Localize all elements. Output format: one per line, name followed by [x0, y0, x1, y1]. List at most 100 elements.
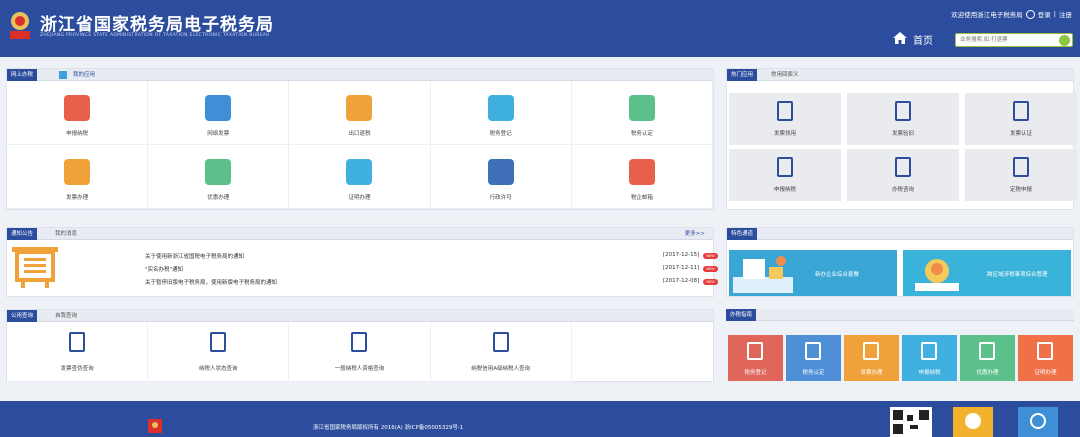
query-item[interactable]: 纳税人状态查询 [148, 322, 290, 382]
printer-icon [205, 95, 232, 121]
more-link[interactable]: 更多>> [685, 228, 705, 240]
footer-emblem-icon [148, 419, 162, 433]
certificate-icon [346, 159, 373, 185]
online-item[interactable]: 发票办理 [7, 145, 149, 209]
notice-link[interactable]: 关于暂停旧版电子税务局，使用新版电子税务局的通知 [145, 278, 277, 286]
hot-apps-panel: 热门应用 常用回索义 发票领用 发票验旧 发票认证申报纳税 办税咨询 定税申报 [726, 68, 1077, 210]
welcome-bar: 欢迎使用浙江电子税务局 登录 | 注册 [951, 9, 1072, 19]
tax-emblem-icon [10, 12, 30, 39]
online-item-label: 税务认定 [630, 131, 653, 137]
online-item[interactable]: 申报纳税 [7, 81, 149, 145]
tab-self-query[interactable]: 自我查询 [51, 310, 81, 322]
tab-public-query[interactable]: 公用查询 [7, 310, 38, 322]
online-item-label: 行政许可 [489, 195, 512, 201]
tab-features[interactable]: 特色通道 [727, 228, 758, 240]
online-item[interactable]: 网络发票 [148, 81, 290, 145]
books-icon [487, 159, 514, 185]
qr-code-icon [890, 407, 932, 437]
features-panel: 特色通道 新办企业综合套餐 跨区域涉税事项综合管理 [726, 227, 1074, 297]
hot-app-item[interactable]: 发票认证 [965, 93, 1077, 145]
taxpayer-qualify-icon [351, 332, 368, 352]
guide-doc-icon [1037, 342, 1053, 360]
search-input[interactable] [956, 34, 1056, 46]
guide-tile[interactable]: 税务登记 [728, 335, 783, 381]
online-item[interactable]: 证明办理 [289, 145, 431, 209]
invoice-auth-icon [1013, 101, 1029, 121]
guide-tile-label: 税务登记 [744, 370, 767, 376]
online-tabbar: 网上办税 我的应用 [7, 69, 713, 81]
home-link[interactable]: 首页 [913, 32, 933, 47]
guide-doc-icon [747, 342, 763, 360]
notice-panel: 通知公告 我的消息 更多>> 关于使用新浙江省国税电子税务局的通知 [2017-1… [6, 227, 718, 297]
clipboard-person-icon [1013, 157, 1029, 177]
site-subtitle: ZHEJIANG PROVINCE STATE ADMINISTRATION O… [40, 33, 270, 38]
query-item-label: 纳税人状态查询 [199, 366, 238, 372]
login-link[interactable]: 登录 [1038, 9, 1051, 19]
guide-tile[interactable]: 优惠办理 [960, 335, 1015, 381]
online-item-label: 优惠办理 [207, 195, 230, 201]
online-item[interactable]: 行政许可 [430, 145, 572, 209]
tax-certify-icon [628, 95, 655, 121]
home-icon[interactable] [893, 32, 907, 44]
online-tax-panel: 网上办税 我的应用 申报纳税 网络发票 出口退税 税务登记 税务认定发票办理 优惠办理 证明… [6, 68, 714, 210]
query-item[interactable]: 发票查伪查询 [7, 322, 149, 382]
tax-register-icon [487, 95, 514, 121]
guide-doc-icon [805, 342, 821, 360]
footer-copyright: 浙江省国家税务局版权所有 2016(A) 浙ICP备05005329号-1 [313, 425, 464, 431]
guide-tabbar: 办税指南 [726, 309, 1074, 321]
notice-link[interactable]: 关于使用新浙江省国税电子税务局的通知 [145, 252, 244, 260]
hot-app-label: 定税申报 [1009, 187, 1032, 193]
apps-grid-icon [59, 71, 67, 79]
query-tabbar: 公用查询 自我查询 [7, 310, 713, 322]
online-item-label: 网络发票 [207, 131, 230, 137]
invoice-certificate-icon [64, 159, 91, 185]
query-item[interactable]: 纳税信用A级纳税人查询 [430, 322, 572, 382]
taxpayer-status-icon [210, 332, 227, 352]
hot-app-item[interactable]: 发票验旧 [847, 93, 959, 145]
tab-common[interactable]: 常用回索义 [767, 69, 803, 81]
hot-app-item[interactable]: 申报纳税 [729, 149, 841, 201]
service-avatar-icon[interactable] [953, 407, 993, 437]
feature-new-enterprise[interactable]: 新办企业综合套餐 [729, 250, 897, 296]
guide-tile-label: 优惠办理 [976, 370, 999, 376]
guide-tile[interactable]: 申报纳税 [902, 335, 957, 381]
search-box[interactable] [955, 33, 1073, 47]
query-item[interactable]: 一般纳税人资格查询 [289, 322, 431, 382]
hot-app-item[interactable]: 定税申报 [965, 149, 1077, 201]
guide-tile[interactable]: 发票办理 [844, 335, 899, 381]
notice-date: [2017-12-11] [663, 265, 700, 271]
tab-guide[interactable]: 办税指南 [726, 309, 757, 321]
mail-icon [628, 159, 655, 185]
hot-app-item[interactable]: 办税咨询 [847, 149, 959, 201]
guide-tile[interactable]: 证明办理 [1018, 335, 1073, 381]
notice-date: [2017-12-15] [663, 252, 700, 258]
register-link[interactable]: 注册 [1059, 9, 1072, 19]
online-item[interactable]: 税务登记 [430, 81, 572, 145]
online-item[interactable]: 税务认定 [571, 81, 713, 145]
hot-app-item[interactable]: 发票领用 [729, 93, 841, 145]
feature-cross-region-label: 跨区域涉税事项综合管理 [987, 272, 1048, 278]
discount-icon [205, 159, 232, 185]
notice-link[interactable]: "实名办税"通知 [145, 265, 183, 273]
feature-cross-region[interactable]: 跨区域涉税事项综合管理 [903, 250, 1071, 296]
new-enterprise-illustration-icon [733, 256, 793, 293]
app-download-icon[interactable] [1018, 407, 1058, 437]
search-icon[interactable] [1059, 35, 1070, 46]
tab-my-apps[interactable]: 我的应用 [69, 69, 99, 81]
tab-hot-apps[interactable]: 热门应用 [727, 69, 758, 81]
query-item-label: 一般纳税人资格查询 [334, 366, 385, 372]
online-item[interactable]: 税企邮箱 [571, 145, 713, 209]
declare-upload-icon [777, 157, 793, 177]
tab-my-messages[interactable]: 我的消息 [51, 228, 81, 240]
hot-app-label: 申报纳税 [773, 187, 796, 193]
tab-notice[interactable]: 通知公告 [7, 228, 38, 240]
online-item[interactable]: 优惠办理 [148, 145, 290, 209]
welcome-text: 欢迎使用浙江电子税务局 [951, 11, 1023, 19]
online-item[interactable]: 出口退税 [289, 81, 431, 145]
tab-online-tax[interactable]: 网上办税 [7, 69, 38, 81]
invoice-check-icon [895, 101, 911, 121]
guide-tile[interactable]: 税务认定 [786, 335, 841, 381]
guide-doc-icon [863, 342, 879, 360]
invoice-receive-icon [777, 101, 793, 121]
online-item-label: 发票办理 [66, 195, 89, 201]
